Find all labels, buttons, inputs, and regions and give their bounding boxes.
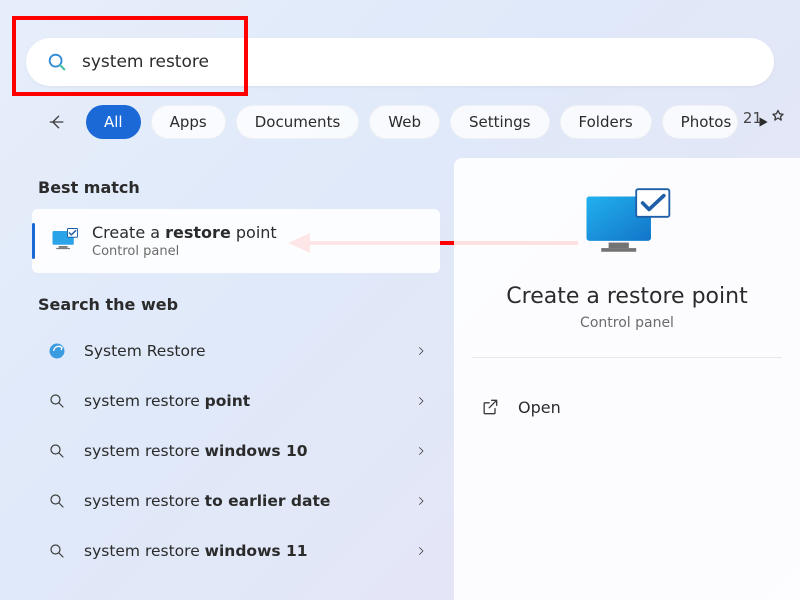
search-icon <box>46 490 68 512</box>
detail-panel: Create a restore point Control panel Ope… <box>454 158 800 600</box>
filter-row: All Apps Documents Web Settings Folders … <box>44 102 800 142</box>
pill-label: Documents <box>255 113 341 131</box>
filter-settings[interactable]: Settings <box>450 105 550 139</box>
chevron-right-icon <box>412 442 430 460</box>
pill-label: Apps <box>170 113 207 131</box>
arrow-left-icon <box>47 112 67 132</box>
web-result-item[interactable]: system restore windows 11 <box>32 526 440 576</box>
back-button[interactable] <box>44 109 70 135</box>
web-result-text: system restore to earlier date <box>84 492 412 510</box>
chevron-right-icon <box>412 542 430 560</box>
search-icon <box>46 440 68 462</box>
monitor-check-icon <box>50 226 80 256</box>
open-action[interactable]: Open <box>454 384 800 430</box>
section-search-web: Search the web <box>38 295 440 314</box>
web-results-list: System Restore system restore point syst… <box>32 326 440 576</box>
filter-web[interactable]: Web <box>369 105 440 139</box>
open-external-icon <box>480 397 500 417</box>
web-result-item[interactable]: system restore to earlier date <box>32 476 440 526</box>
results-column: Best match Create a restore point Contro… <box>32 168 440 576</box>
pill-label: Folders <box>579 113 633 131</box>
panel-sub: Control panel <box>454 315 800 331</box>
pill-label: Settings <box>469 113 531 131</box>
search-icon <box>46 390 68 412</box>
web-result-item[interactable]: system restore windows 10 <box>32 426 440 476</box>
panel-title: Create a restore point <box>454 284 800 309</box>
best-match-title: Create a restore point <box>92 223 277 242</box>
filter-folders[interactable]: Folders <box>560 105 652 139</box>
section-best-match: Best match <box>38 178 440 197</box>
best-match-sub: Control panel <box>92 244 277 259</box>
filter-all[interactable]: All <box>86 105 141 139</box>
search-icon <box>46 540 68 562</box>
divider <box>472 357 782 358</box>
chevron-right-icon <box>412 342 430 360</box>
monitor-check-icon <box>581 186 673 266</box>
app-icon <box>46 340 68 362</box>
web-result-text: System Restore <box>84 342 412 360</box>
pill-label: All <box>104 113 123 131</box>
chevron-right-icon <box>412 392 430 410</box>
rewards-icon <box>768 108 788 128</box>
filter-documents[interactable]: Documents <box>236 105 360 139</box>
rewards-points: 21 <box>743 109 762 127</box>
rewards-counter[interactable]: 21 <box>743 108 788 128</box>
search-bar[interactable] <box>26 38 774 86</box>
chevron-right-icon <box>412 492 430 510</box>
web-result-text: system restore windows 10 <box>84 442 412 460</box>
filter-apps[interactable]: Apps <box>151 105 226 139</box>
open-label: Open <box>518 398 561 417</box>
pill-label: Web <box>388 113 421 131</box>
web-result-item[interactable]: system restore point <box>32 376 440 426</box>
search-icon <box>46 51 68 73</box>
filter-photos[interactable]: Photos <box>662 105 739 139</box>
search-input[interactable] <box>82 52 754 72</box>
web-result-text: system restore point <box>84 392 412 410</box>
web-result-item[interactable]: System Restore <box>32 326 440 376</box>
web-result-text: system restore windows 11 <box>84 542 412 560</box>
best-match-card[interactable]: Create a restore point Control panel <box>32 209 440 273</box>
pill-label: Photos <box>681 113 732 131</box>
